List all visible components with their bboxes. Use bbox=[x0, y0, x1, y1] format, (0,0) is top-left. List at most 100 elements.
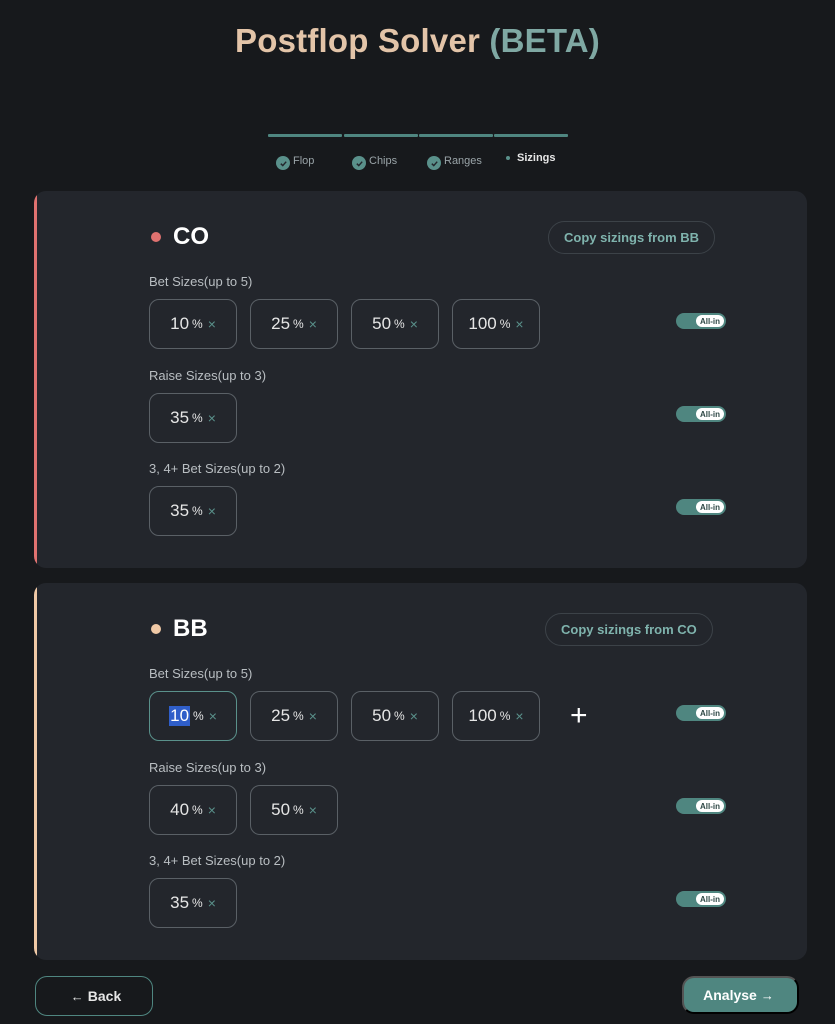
back-button[interactable]: ← Back bbox=[35, 976, 153, 1016]
percent-sign: % bbox=[192, 803, 203, 817]
copy-sizings-button[interactable]: Copy sizings from CO bbox=[545, 613, 713, 646]
percent-sign: % bbox=[293, 709, 304, 723]
raise-sizes-row: 40% × 50% × bbox=[149, 785, 351, 835]
step-bar bbox=[268, 134, 342, 137]
size-value[interactable]: 35 bbox=[170, 501, 189, 521]
allin-toggle[interactable]: All-in bbox=[676, 891, 726, 907]
current-step-dot-icon bbox=[506, 156, 510, 160]
raise-sizes-label: Raise Sizes(up to 3) bbox=[149, 760, 267, 775]
allin-toggle-label: All-in bbox=[696, 707, 724, 719]
size-value[interactable]: 50 bbox=[271, 800, 290, 820]
percent-sign: % bbox=[193, 709, 204, 723]
allin-toggle[interactable]: All-in bbox=[676, 798, 726, 814]
step-chips[interactable]: Chips bbox=[344, 134, 418, 174]
player-dot-icon bbox=[151, 624, 161, 634]
remove-icon[interactable]: × bbox=[209, 709, 217, 723]
bet-sizes-label: Bet Sizes(up to 5) bbox=[149, 666, 253, 681]
size-value[interactable]: 10 bbox=[169, 706, 191, 726]
size-chip[interactable]: 35% × bbox=[149, 878, 237, 928]
allin-toggle[interactable]: All-in bbox=[676, 406, 726, 422]
check-circle-icon bbox=[427, 156, 441, 170]
allin-toggle[interactable]: All-in bbox=[676, 499, 726, 515]
remove-icon[interactable]: × bbox=[208, 317, 216, 331]
allin-toggle[interactable]: All-in bbox=[676, 705, 726, 721]
player-header: CO bbox=[151, 223, 209, 251]
remove-icon[interactable]: × bbox=[309, 709, 317, 723]
bet-sizes-label: Bet Sizes(up to 5) bbox=[149, 274, 253, 289]
player-dot-icon bbox=[151, 232, 161, 242]
remove-icon[interactable]: × bbox=[309, 317, 317, 331]
size-chip[interactable]: 50% × bbox=[351, 299, 439, 349]
percent-sign: % bbox=[394, 709, 405, 723]
co-sizings-panel: CO Copy sizings from BB Bet Sizes(up to … bbox=[34, 191, 807, 568]
step-label: Flop bbox=[276, 152, 314, 170]
threebet-sizes-label: 3, 4+ Bet Sizes(up to 2) bbox=[149, 461, 286, 476]
size-chip[interactable]: 35% × bbox=[149, 486, 237, 536]
threebet-sizes-row: 35% × bbox=[149, 486, 250, 536]
remove-icon[interactable]: × bbox=[208, 896, 216, 910]
bb-sizings-panel: BB Copy sizings from CO Bet Sizes(up to … bbox=[34, 583, 807, 960]
size-value[interactable]: 35 bbox=[170, 893, 189, 913]
step-bar bbox=[494, 134, 568, 137]
threebet-sizes-row: 35% × bbox=[149, 878, 250, 928]
raise-sizes-label: Raise Sizes(up to 3) bbox=[149, 368, 267, 383]
size-chip[interactable]: 25% × bbox=[250, 691, 338, 741]
player-header: BB bbox=[151, 615, 208, 643]
arrow-right-icon: → bbox=[760, 987, 774, 1003]
size-chip[interactable]: 50% × bbox=[250, 785, 338, 835]
percent-sign: % bbox=[192, 411, 203, 425]
step-flop[interactable]: Flop bbox=[268, 134, 342, 174]
player-name: CO bbox=[173, 223, 209, 250]
copy-sizings-button[interactable]: Copy sizings from BB bbox=[548, 221, 716, 254]
step-label-chips: Chips bbox=[369, 155, 398, 167]
size-value[interactable]: 100 bbox=[468, 706, 496, 726]
size-value[interactable]: 10 bbox=[170, 314, 189, 334]
size-chip[interactable]: 10% × bbox=[149, 691, 237, 741]
step-ranges[interactable]: Ranges bbox=[419, 134, 493, 174]
size-value[interactable]: 25 bbox=[271, 706, 290, 726]
allin-toggle-label: All-in bbox=[696, 408, 724, 420]
threebet-sizes-label: 3, 4+ Bet Sizes(up to 2) bbox=[149, 853, 286, 868]
raise-sizes-row: 35% × bbox=[149, 393, 250, 443]
remove-icon[interactable]: × bbox=[208, 504, 216, 518]
size-chip[interactable]: 25% × bbox=[250, 299, 338, 349]
size-value[interactable]: 50 bbox=[372, 706, 391, 726]
step-label-flop: Flop bbox=[293, 155, 315, 167]
size-chip[interactable]: 100% × bbox=[452, 691, 540, 741]
progress-stepper: Flop Chips Ranges Sizings bbox=[268, 134, 568, 174]
analyse-button[interactable]: Analyse → bbox=[682, 976, 799, 1014]
step-label-ranges: Ranges bbox=[444, 155, 482, 167]
size-value[interactable]: 40 bbox=[170, 800, 189, 820]
remove-icon[interactable]: × bbox=[309, 803, 317, 817]
add-size-icon[interactable]: + bbox=[570, 701, 588, 731]
remove-icon[interactable]: × bbox=[410, 317, 418, 331]
size-chip[interactable]: 35% × bbox=[149, 393, 237, 443]
player-name: BB bbox=[173, 615, 208, 642]
size-chip[interactable]: 40% × bbox=[149, 785, 237, 835]
size-chip[interactable]: 50% × bbox=[351, 691, 439, 741]
percent-sign: % bbox=[499, 709, 511, 723]
allin-toggle-label: All-in bbox=[696, 893, 724, 905]
remove-icon[interactable]: × bbox=[515, 317, 523, 331]
title-beta: (BETA) bbox=[489, 22, 600, 59]
size-value[interactable]: 100 bbox=[468, 314, 496, 334]
allin-toggle[interactable]: All-in bbox=[676, 313, 726, 329]
step-sizings[interactable]: Sizings bbox=[494, 134, 568, 174]
percent-sign: % bbox=[192, 896, 203, 910]
percent-sign: % bbox=[499, 317, 511, 331]
percent-sign: % bbox=[192, 504, 203, 518]
remove-icon[interactable]: × bbox=[515, 709, 523, 723]
remove-icon[interactable]: × bbox=[208, 803, 216, 817]
back-label: Back bbox=[87, 988, 122, 1004]
size-chip[interactable]: 100% × bbox=[452, 299, 540, 349]
remove-icon[interactable]: × bbox=[208, 411, 216, 425]
check-circle-icon bbox=[352, 156, 366, 170]
remove-icon[interactable]: × bbox=[410, 709, 418, 723]
percent-sign: % bbox=[192, 317, 203, 331]
allin-toggle-label: All-in bbox=[696, 800, 724, 812]
size-value[interactable]: 50 bbox=[372, 314, 391, 334]
size-value[interactable]: 25 bbox=[271, 314, 290, 334]
size-value[interactable]: 35 bbox=[170, 408, 189, 428]
size-chip[interactable]: 10% × bbox=[149, 299, 237, 349]
percent-sign: % bbox=[293, 317, 304, 331]
